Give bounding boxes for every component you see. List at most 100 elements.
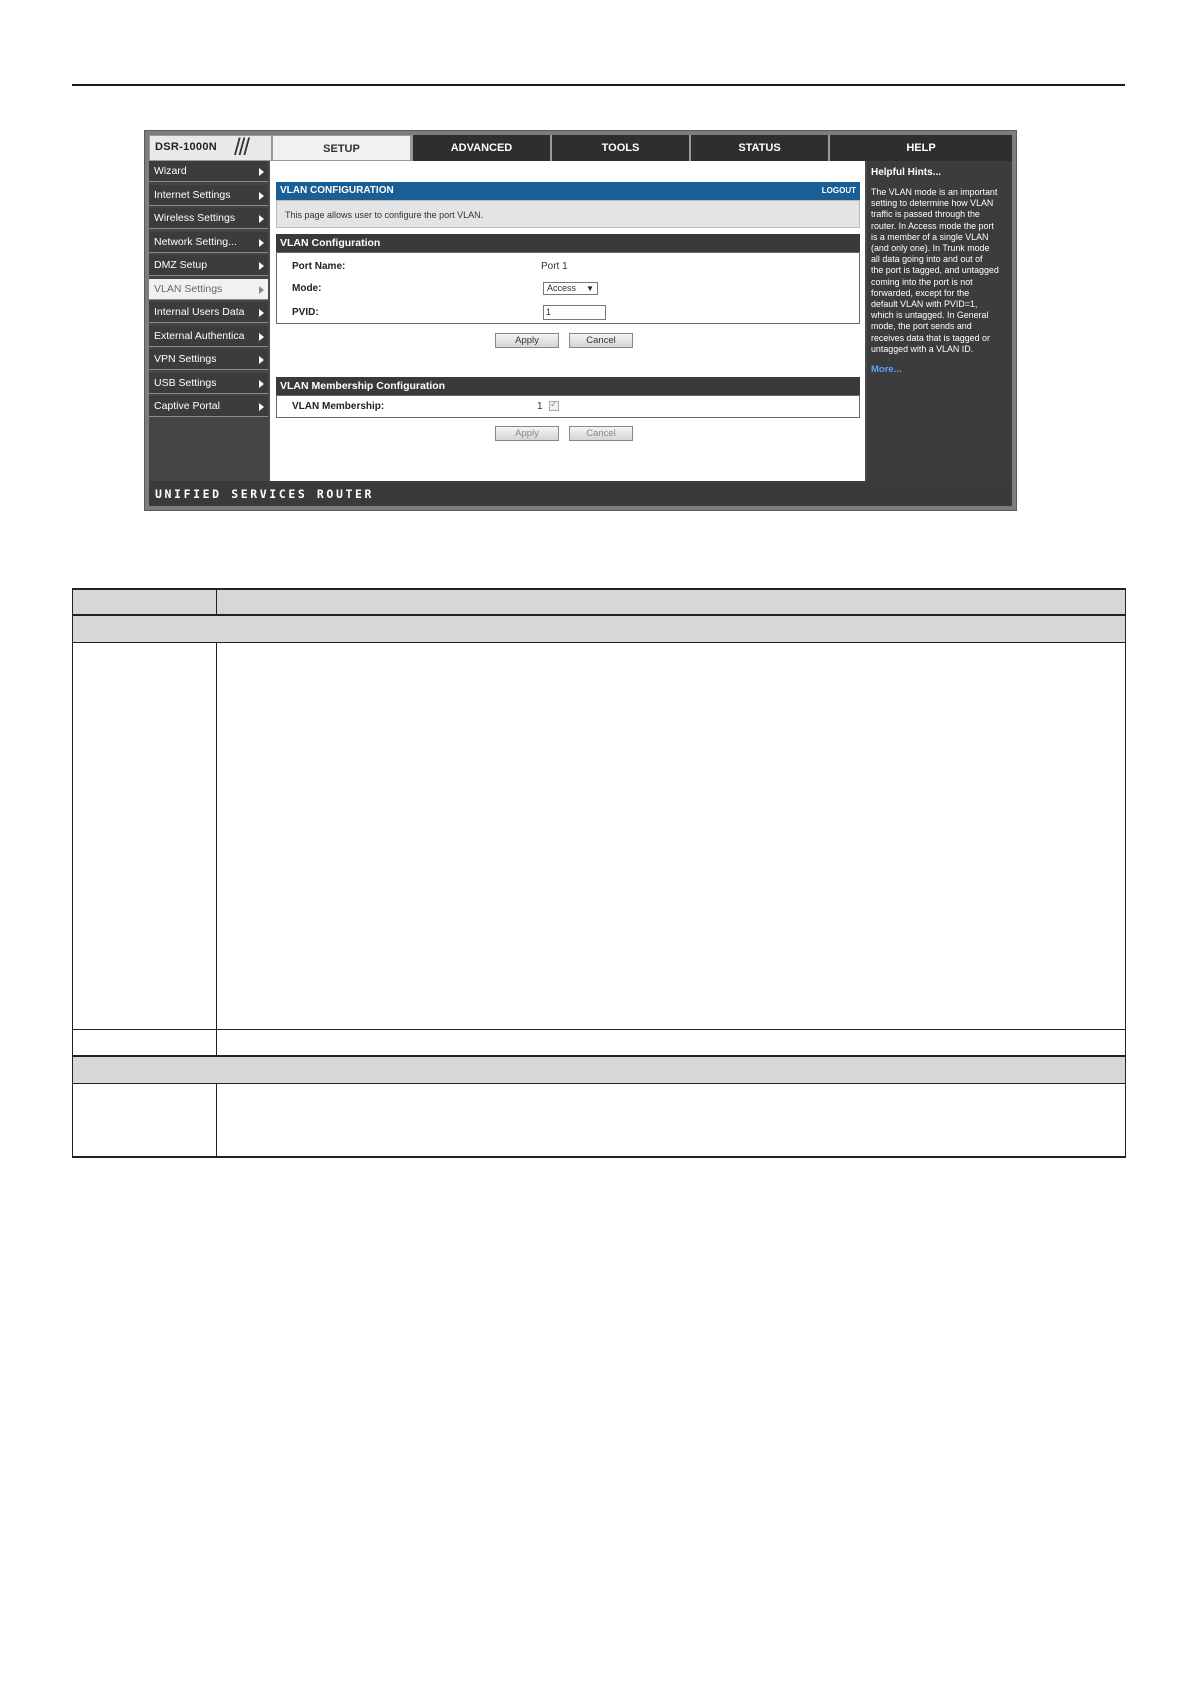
sidebar: Wizard Internet Settings Wireless Settin… [149, 161, 268, 481]
sidebar-item-external-authentication[interactable]: External Authentica [149, 325, 268, 347]
vlan-membership-label: VLAN Membership: [292, 401, 385, 412]
help-line: untagged with a VLAN ID. [871, 343, 974, 354]
apply-button-label: Apply [515, 428, 539, 439]
mode-select[interactable]: Access ▼ [543, 282, 598, 295]
sidebar-item-wireless-settings[interactable]: Wireless Settings [149, 208, 268, 229]
field-description-table [72, 588, 1126, 1158]
tab-label: HELP [906, 142, 936, 154]
sidebar-item-label: Network Setting... [154, 235, 237, 248]
chevron-right-icon [259, 403, 264, 411]
vlan-config-body: Port Name: Port 1 Mode: Access ▼ PVID: 1 [276, 252, 860, 324]
section-title: VLAN Configuration [280, 237, 381, 249]
sidebar-item-usb-settings[interactable]: USB Settings [149, 372, 268, 394]
tab-advanced[interactable]: ADVANCED [411, 135, 550, 161]
help-title: Helpful Hints... [871, 167, 941, 178]
cancel-button[interactable]: Cancel [569, 333, 633, 348]
help-line: all data going into and out of [871, 254, 983, 265]
chevron-right-icon [259, 262, 264, 270]
table-header-row [72, 588, 1126, 614]
logout-link[interactable]: LOGOUT [822, 186, 856, 195]
vlan-membership-body: VLAN Membership: 1 ✓ [276, 395, 860, 418]
brand-slashes-icon: /// [234, 134, 250, 161]
tab-label: ADVANCED [450, 142, 513, 154]
tab-status[interactable]: STATUS [689, 135, 828, 161]
help-panel: Helpful Hints... The VLAN mode is an imp… [867, 161, 1012, 481]
help-line: coming into the port is not [871, 276, 973, 287]
sidebar-item-label: Wireless Settings [154, 212, 236, 224]
footer-text: UNIFIED SERVICES ROUTER [155, 487, 375, 501]
sidebar-item-label: USB Settings [154, 376, 217, 389]
brand-logo: DSR-1000N /// [149, 135, 272, 161]
sidebar-item-internet-settings[interactable]: Internet Settings [149, 184, 268, 206]
mode-label: Mode: [292, 283, 322, 294]
table-border [72, 1055, 1126, 1057]
tab-tools[interactable]: TOOLS [550, 135, 689, 161]
sidebar-item-network-settings[interactable]: Network Setting... [149, 231, 268, 253]
sidebar-item-label: DMZ Setup [154, 259, 208, 271]
port-name-label: Port Name: [292, 261, 346, 272]
sidebar-item-label: Internal Users Data [154, 306, 245, 318]
help-line: setting to determine how VLAN [871, 198, 994, 209]
chevron-right-icon [259, 379, 264, 388]
footer-bar: UNIFIED SERVICES ROUTER [149, 481, 1012, 506]
table-border [216, 588, 217, 614]
sidebar-item-label: Internet Settings [154, 188, 231, 201]
help-line: which is untagged. In General [871, 310, 989, 321]
chevron-right-icon [259, 285, 264, 294]
help-line: the port is tagged, and untagged [871, 265, 999, 276]
help-line: receives data that is tagged or [871, 332, 990, 343]
table-section-row [72, 1057, 1126, 1083]
help-more-link[interactable]: More... [871, 364, 902, 375]
apply-button[interactable]: Apply [495, 333, 559, 348]
sidebar-item-label: Wizard [154, 165, 187, 177]
table-section-row [72, 616, 1126, 642]
chevron-right-icon [259, 309, 264, 317]
membership-apply-button[interactable]: Apply [495, 426, 559, 441]
info-text: This page allows user to configure the p… [285, 210, 484, 220]
sidebar-item-vlan-settings[interactable]: VLAN Settings [149, 278, 268, 300]
pvid-label: PVID: [292, 307, 319, 318]
cancel-button-label: Cancel [586, 428, 616, 439]
table-border [72, 614, 1126, 616]
help-text: The VLAN mode is an important setting to… [871, 187, 1010, 355]
sidebar-item-wizard[interactable]: Wizard [149, 161, 268, 182]
tab-setup[interactable]: SETUP [272, 135, 411, 161]
sidebar-item-dmz-setup[interactable]: DMZ Setup [149, 255, 268, 276]
pvid-input[interactable]: 1 [543, 305, 606, 320]
table-border [72, 1083, 1126, 1084]
table-border [72, 1156, 1126, 1158]
check-icon: ✓ [550, 399, 558, 409]
page-title: VLAN CONFIGURATION [280, 185, 394, 196]
sidebar-item-label: External Authentica [154, 329, 245, 342]
page-header: VLAN CONFIGURATION LOGOUT [276, 182, 860, 200]
table-border [216, 642, 217, 1055]
help-line: traffic is passed through the [871, 209, 980, 220]
help-line: The VLAN mode is an important [871, 187, 998, 197]
sidebar-item-label: Captive Portal [154, 400, 220, 412]
page-top-rule [72, 84, 1125, 86]
pvid-input-value: 1 [546, 307, 552, 317]
help-line: default VLAN with PVID=1, [871, 299, 978, 310]
tab-help[interactable]: HELP [828, 135, 1012, 161]
table-border [72, 642, 1126, 643]
sidebar-item-internal-users-data[interactable]: Internal Users Data [149, 302, 268, 323]
main-content: VLAN CONFIGURATION LOGOUT This page allo… [270, 161, 865, 481]
help-line: mode, the port sends and [871, 321, 972, 332]
sidebar-item-label: VPN Settings [154, 353, 217, 365]
top-tab-bar: DSR-1000N /// SETUP ADVANCED TOOLS STATU… [149, 135, 1012, 161]
tab-label: SETUP [323, 143, 360, 155]
table-border [72, 588, 73, 1158]
help-line: is a member of a single VLAN [871, 231, 989, 242]
sidebar-item-vpn-settings[interactable]: VPN Settings [149, 349, 268, 370]
membership-cancel-button[interactable]: Cancel [569, 426, 633, 441]
brand-model: DSR-1000N [155, 141, 218, 153]
vlan-membership-header: VLAN Membership Configuration [276, 377, 860, 395]
help-line: router. In Access mode the port [871, 220, 994, 231]
vlan-membership-checkbox[interactable]: ✓ [549, 399, 559, 411]
table-border [216, 1083, 217, 1158]
sidebar-item-label: VLAN Settings [154, 282, 223, 295]
dropdown-arrow-icon: ▼ [586, 284, 594, 293]
table-border [72, 588, 1126, 590]
section-title: VLAN Membership Configuration [280, 380, 446, 392]
sidebar-item-captive-portal[interactable]: Captive Portal [149, 396, 268, 417]
